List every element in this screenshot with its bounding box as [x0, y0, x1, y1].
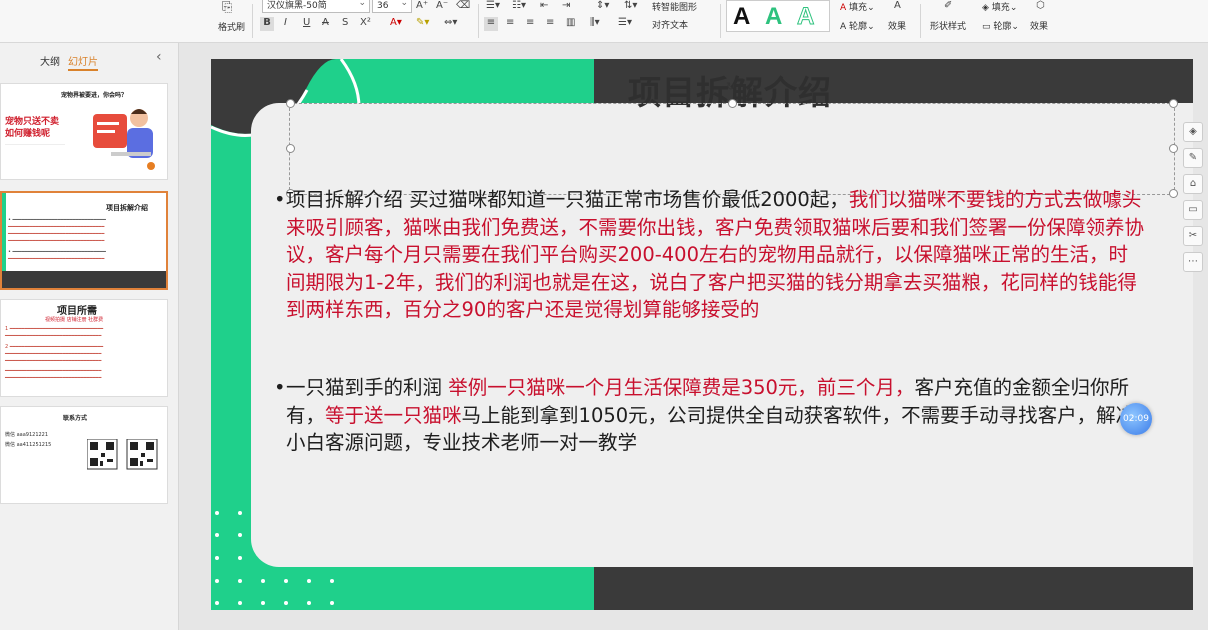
wordart-outline-icon[interactable]: A — [796, 3, 814, 31]
resize-handle[interactable] — [728, 99, 737, 108]
text-effects-icon[interactable]: A — [894, 0, 901, 11]
fill-icon[interactable]: ⌂ — [1183, 174, 1203, 194]
timer-badge[interactable]: 02:09 — [1120, 403, 1152, 435]
text-outline-button[interactable]: A 轮廓⌄ — [840, 19, 875, 32]
wordart-gallery[interactable]: A A A — [726, 0, 830, 32]
slide-thumb-4[interactable]: 联系方式 微信 aaa9121221 微信 aa411251215 — [0, 406, 168, 504]
font-size-select[interactable]: 36 — [372, 0, 412, 13]
resize-handle[interactable] — [286, 144, 295, 153]
rotate-handle-icon[interactable]: ↻ — [726, 80, 735, 93]
highlight-icon[interactable]: ✎▾ — [416, 17, 429, 28]
thumb1-text-lines — [5, 144, 65, 159]
thumb2-title: 项目拆解介绍 — [106, 204, 148, 212]
format-painter-label[interactable]: 格式刷 — [218, 20, 245, 33]
thumb3-subtitle: 视频拍摄 店铺注册 社群费 — [45, 317, 104, 323]
shape-fill-button[interactable]: ◈ 填充⌄ — [982, 0, 1017, 13]
text-shadow-button[interactable]: S — [342, 17, 348, 28]
font-name-select[interactable]: 汉仪旗黑-50简 — [262, 0, 370, 13]
align-right-button[interactable]: ≡ — [526, 17, 534, 28]
smartart-button[interactable]: 转智能图形 — [652, 0, 697, 13]
brush-icon[interactable]: ✎ — [1183, 148, 1203, 168]
format-painter-icon[interactable]: ⎘ — [222, 0, 232, 15]
layers-icon[interactable]: ◈ — [1183, 122, 1203, 142]
shape-style-label[interactable]: 形状样式 — [930, 19, 966, 32]
decrease-font-icon[interactable]: A⁻ — [436, 0, 448, 11]
align-center-button[interactable]: ≡ — [506, 17, 514, 28]
increase-font-icon[interactable]: A⁺ — [416, 0, 428, 11]
more-icon[interactable]: ⋯ — [1183, 252, 1203, 272]
shape-style-icon[interactable]: ✐ — [944, 0, 952, 11]
font-color-icon[interactable]: A▾ — [390, 17, 402, 28]
superscript-button[interactable]: X² — [360, 17, 371, 28]
bold-button[interactable]: B — [260, 17, 274, 31]
bullet-2-text-3: 马上能到拿到1050元， — [461, 403, 668, 427]
bullet-2[interactable]: • 一只猫到手的利润 举例一只猫咪一个月生活保障费是350元，前三个月，客户充值… — [274, 374, 1146, 457]
shape-effects-label[interactable]: 效果 — [1030, 19, 1048, 32]
tab-outline[interactable]: 大纲 — [40, 53, 60, 68]
line-spacing-icon[interactable]: ⇕▾ — [596, 0, 609, 11]
tools-icon[interactable]: ✂ — [1183, 226, 1203, 246]
resize-handle[interactable] — [1169, 99, 1178, 108]
shape-outline-button[interactable]: ▭ 轮廓⌄ — [982, 19, 1019, 32]
italic-button[interactable]: I — [284, 17, 287, 28]
thumb4-line-2: 微信 aa411251215 — [5, 442, 52, 448]
resize-handle[interactable] — [1169, 144, 1178, 153]
frame-icon[interactable]: ▭ — [1183, 200, 1203, 220]
slide-thumb-3[interactable]: 项目所需 视频拍摄 店铺注册 社群费 1 ━━━━━━━━━━━━━━━━━━━… — [0, 299, 168, 397]
thumb3-title: 项目所需 — [57, 306, 97, 317]
shape-effects-icon[interactable]: ⬡ — [1036, 0, 1045, 11]
text-direction-icon[interactable]: ⇅▾ — [624, 0, 637, 11]
wordart-green-icon[interactable]: A — [765, 3, 782, 31]
ribbon-toolbar: ⎘ 格式刷 汉仪旗黑-50简 36 A⁺ A⁻ ⌫ B I U A S X² A… — [0, 0, 1208, 43]
bullets-icon[interactable]: ☰▾ — [486, 0, 500, 11]
outdent-icon[interactable]: ⇥ — [562, 0, 570, 11]
resize-handle[interactable] — [286, 99, 295, 108]
resize-handle[interactable] — [1169, 189, 1178, 198]
thumb4-line-1: 微信 aaa9121221 — [5, 432, 49, 438]
distribute-button[interactable]: ▥ — [566, 17, 575, 28]
thumb4-title: 联系方式 — [63, 415, 88, 422]
shape-fill-label: 填充 — [991, 3, 1010, 13]
person-illustration-icon — [93, 109, 155, 170]
qr-code-icon — [87, 439, 158, 470]
thumb2-text-1: • ━━━━━━━━━━━━━━━━━━━━━━━━━━━━━━━ — [8, 217, 106, 223]
slides-panel: 大纲 幻灯片 ‹ 宠物界被要进，你会吗？ 宠物只送不卖 如何赚钱呢 项目拆解介绍… — [0, 43, 179, 630]
char-spacing-icon[interactable]: ⇔▾ — [444, 17, 457, 28]
slide-thumb-1[interactable]: 宠物界被要进，你会吗？ 宠物只送不卖 如何赚钱呢 — [0, 83, 168, 180]
title-selection-box — [289, 103, 1175, 195]
numbering-icon[interactable]: ☷▾ — [512, 0, 526, 11]
bullet-2-highlight-2: 等于送一只猫咪 — [325, 403, 462, 427]
columns-icon[interactable]: ⫼▾ — [590, 17, 600, 28]
bullet-1-text-2: 猫咪由我们免费送，不需要你出钱，客户免费领取猫咪后要和我们签署一份保障领养协议，… — [286, 215, 1145, 322]
para-spacing-icon[interactable]: ☰▾ — [618, 17, 632, 28]
underline-button[interactable]: U — [303, 17, 310, 28]
shape-outline-label: 轮廓 — [993, 22, 1012, 32]
justify-button[interactable]: ≡ — [546, 17, 554, 28]
thumb1-headline: 宠物界被要进，你会吗？ — [61, 92, 128, 99]
slide-thumb-2[interactable]: 项目拆解介绍 • ━━━━━━━━━━━━━━━━━━━━━━━━━━━━━━━… — [0, 191, 168, 290]
align-left-button[interactable]: ≡ — [484, 17, 498, 31]
text-effects-label[interactable]: 效果 — [888, 19, 906, 32]
text-outline-label: 轮廓 — [849, 22, 868, 32]
collapse-panel-icon[interactable]: ‹ — [156, 49, 162, 65]
bullet-1-text: 项目拆解介绍 买过猫咪都知道一只猫正常市场售价最低2000起， — [286, 188, 849, 211]
strikethrough-button[interactable]: A — [322, 17, 329, 28]
clear-format-icon[interactable]: ⌫ — [456, 0, 470, 11]
align-text-button[interactable]: 对齐文本 — [652, 18, 688, 31]
indent-icon[interactable]: ⇤ — [540, 0, 548, 11]
bullet-2-highlight: 举例一只猫咪一个月生活保障费是350元，前三个月， — [448, 376, 915, 399]
bullet-2-text: 一只猫到手的利润 — [286, 376, 449, 399]
thumb1-title-2: 如何赚钱呢 — [5, 129, 51, 139]
bullet-1[interactable]: • 项目拆解介绍 买过猫咪都知道一只猫正常市场售价最低2000起，我们以猫咪不要… — [274, 186, 1146, 324]
text-fill-button[interactable]: A 填充⌄ — [840, 0, 875, 13]
wordart-black-icon[interactable]: A — [733, 3, 750, 31]
tab-slides[interactable]: 幻灯片 — [68, 53, 98, 71]
text-fill-label: 填充 — [849, 3, 868, 13]
